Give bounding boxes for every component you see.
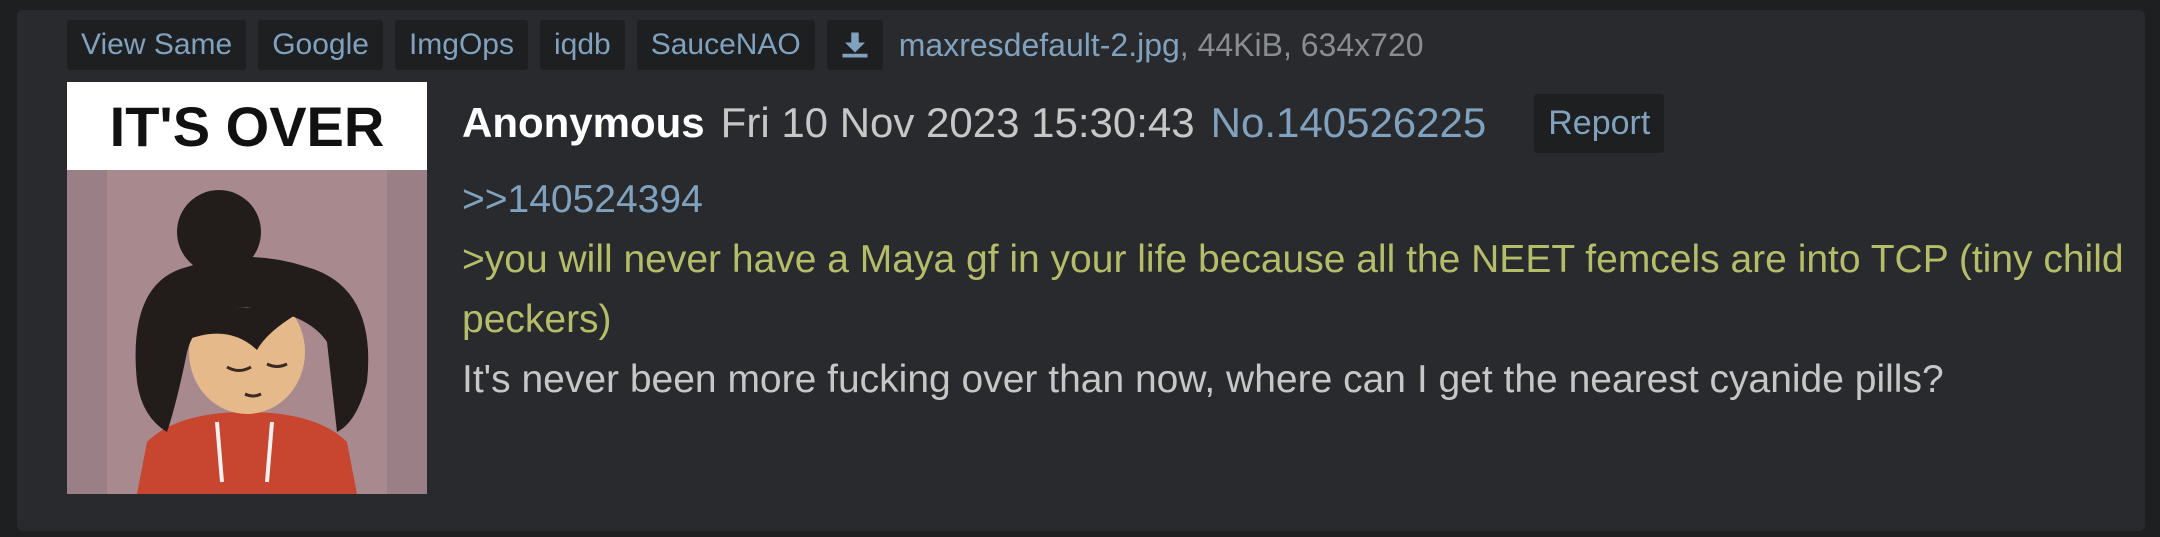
report-button[interactable]: Report [1534,93,1665,153]
quote-link[interactable]: >>140524394 [462,170,2142,230]
file-bar: View Same Google ImgOps iqdb SauceNAO ma… [67,20,1424,70]
greentext-line: >you will never have a Maya gf in your l… [462,238,2124,341]
file-meta-separator: , [1179,26,1198,63]
post-thumbnail[interactable]: IT'S OVER [67,82,427,494]
download-button[interactable] [826,20,883,70]
google-search-button[interactable]: Google [258,20,383,70]
thumbnail-caption: IT'S OVER [110,95,385,158]
saucenao-button[interactable]: SauceNAO [636,20,815,70]
message-text: It's never been more fucking over than n… [462,358,1944,401]
poster-name: Anonymous [462,99,705,146]
post-message: >>140524394 >you will never have a Maya … [462,170,2142,410]
file-size: 44KiB [1197,26,1283,63]
download-icon [842,32,868,58]
view-same-button[interactable]: View Same [67,20,247,70]
post-header: Anonymous Fri 10 Nov 2023 15:30:43 No.14… [462,88,1665,158]
post-number-link[interactable]: No.140526225 [1211,99,1487,147]
iqdb-button[interactable]: iqdb [539,20,625,70]
imgops-button[interactable]: ImgOps [394,20,528,70]
file-dimensions: 634x720 [1300,26,1424,63]
file-name-link[interactable]: maxresdefault-2.jpg [899,27,1180,64]
post-datetime: Fri 10 Nov 2023 15:30:43 [720,99,1195,146]
file-meta-separator: , [1282,26,1301,63]
file-info: maxresdefault-2.jpg, 44KiB, 634x720 [899,27,1424,64]
thumbnail-image: IT'S OVER [67,82,427,494]
post-container: View Same Google ImgOps iqdb SauceNAO ma… [17,10,2145,531]
